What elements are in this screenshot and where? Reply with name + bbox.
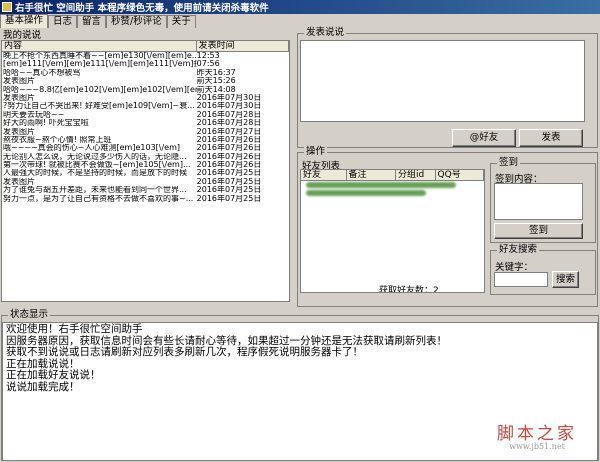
column-header-qq[interactable]: QQ号 — [435, 170, 484, 181]
post-time-cell: 2016年07月28日 — [196, 110, 262, 119]
app-icon — [2, 2, 12, 12]
tab-logs[interactable]: 日志 — [48, 15, 78, 28]
publish-button[interactable]: 发表 — [519, 129, 583, 147]
table-row[interactable]: 明天要去玩哈~~ 2016年07月28日 — [2, 111, 289, 119]
post-time-cell: 昨天16:37 — [196, 68, 236, 77]
column-header-time[interactable]: 发表时间 — [196, 41, 289, 52]
compose-title: 发表说说 — [304, 27, 347, 39]
table-row[interactable]: 晚上不抢个东西真睡不着~~[em]e130[\/em][em]e... 12:53 — [2, 52, 289, 60]
post-content-cell: ?努力让自己不哭出来! 好难受[em]e109[\/em]~衰... — [3, 102, 195, 111]
post-time-cell: 12:53 — [196, 52, 220, 60]
column-header-remark[interactable]: 备注 — [346, 170, 396, 181]
table-row[interactable]: 哈哈~~~8.8亿[em]e102[\/em][em]e102[\/em][em… — [2, 86, 289, 94]
post-time-cell: 前天15:26 — [196, 77, 236, 86]
tab-instant-like-comment[interactable]: 秒赞/秒评论 — [106, 15, 167, 28]
post-time-cell: 2016年07月25日 — [196, 169, 262, 178]
post-content-cell: 努力一点，是为了让自己有资格不去做不喜欢的事~... — [3, 194, 194, 203]
log-line: 欢迎使用！右手很忙空间助手 — [6, 323, 143, 335]
tab-about[interactable]: 关于 — [166, 15, 196, 28]
sign-content-input[interactable] — [494, 183, 583, 220]
friend-count-status: 获取好友数：2 — [379, 286, 439, 293]
post-time-cell: 2016年07月26日 — [196, 161, 262, 170]
table-row[interactable]: 好大的雨啊! 吓死宝宝啦 2016年07月28日 — [2, 119, 289, 127]
tab-basic-operations[interactable]: 基本操作 — [0, 14, 49, 28]
status-display-title: 状态显示 — [8, 309, 51, 321]
table-row[interactable]: 人最强大的时候，不是坚持的时候，而是放下的时候 2016年07月25日 — [2, 169, 289, 177]
post-content-cell: 发表图片 — [3, 93, 35, 102]
tab-bar: 基本操作 日志 留言 秒赞/秒评论 关于 — [0, 14, 196, 28]
compose-textarea[interactable] — [300, 40, 585, 122]
title-bar: 右手很忙 空间助手 本程序绿色无毒，使用前请关闭杀毒软件 — [0, 0, 600, 14]
post-time-cell: 2016年07月27日 — [196, 127, 262, 136]
table-row[interactable]: 发表图片 2016年07月27日 — [2, 128, 289, 136]
table-row[interactable]: 哈哈~~真心不想被骂 昨天16:37 — [2, 69, 289, 77]
post-content-cell: 发表图片 — [3, 177, 35, 186]
table-row[interactable]: 第一次带球! 就被比赛不会做饭~[em]e105[\/em]... 2016年07… — [2, 161, 289, 169]
my-posts-list[interactable]: 内容 发表时间 晚上不抢个东西真睡不着~~[em]e130[\/em][em]e… — [1, 40, 290, 302]
table-row[interactable]: 为了谁兔与胡五开差距，未来也能看到同一个世界... 2016年07月25日 — [2, 186, 289, 194]
search-button[interactable]: 搜索 — [552, 271, 579, 288]
post-time-cell: 2016年07月25日 — [196, 177, 262, 186]
post-content-cell: 哈哈~~~8.8亿[em]e102[\/em][em]e102[\/em][em… — [3, 85, 197, 94]
tab-messages[interactable]: 留言 — [77, 15, 107, 28]
post-content-cell: 无论别人怎么说，无论说过多少伤人的话，无论隐... — [3, 152, 187, 161]
table-row[interactable]: [em]e111[\/em][em]e111[\/em][em]e111[\/e… — [2, 60, 289, 68]
post-content-cell: 晚上不抢个东西真睡不着~~[em]e130[\/em][em]e... — [3, 52, 197, 60]
window-title: 右手很忙 空间助手 本程序绿色无毒，使用前请关闭杀毒软件 — [15, 3, 269, 14]
keyword-input[interactable] — [494, 272, 548, 287]
table-row[interactable]: 发表图片 2016年07月25日 — [2, 178, 289, 186]
post-time-cell: 2016年07月28日 — [196, 119, 262, 128]
table-row[interactable]: 哦~~~~真会的伤心~人心难测[em]e103[\/em] 2016年07月26日 — [2, 144, 289, 152]
friend-search-title: 好友搜索 — [497, 244, 540, 256]
column-header-content[interactable]: 内容 — [2, 41, 197, 52]
log-line: 获取不到说说或日志请刷新对应列表多刷新几次，程序假死说明服务器卡了！ — [6, 346, 363, 358]
watermark: 脚本之家 www.jb51.net — [497, 424, 577, 452]
post-content-cell: 熬夜衣服~熬个心情! 照常上班 — [3, 135, 112, 144]
at-friend-button[interactable]: @好友 — [452, 129, 516, 147]
post-content-cell: 第一次带球! 就被比赛不会做饭~[em]e105[\/em]... — [3, 161, 191, 170]
log-line: 正在加载好友说说！ — [6, 369, 101, 381]
friend-list-header: 好友 备注 分组id QQ号 — [301, 170, 484, 181]
post-content-cell: 为了谁兔与胡五开差距，未来也能看到同一个世界... — [3, 186, 187, 195]
post-content-cell: 哈哈~~真心不想被骂 — [3, 68, 81, 77]
post-time-cell: 07:56 — [196, 60, 220, 69]
post-content-cell: [em]e111[\/em][em]e111[\/em][em]e111[\/e… — [3, 60, 197, 69]
post-time-cell: 2016年07月30日 — [196, 93, 262, 102]
my-posts-body: 晚上不抢个东西真睡不着~~[em]e130[\/em][em]e... 12:53… — [2, 52, 289, 203]
table-row[interactable]: 无论别人怎么说，无论说过多少伤人的话，无论隐... 2016年07月26日 — [2, 153, 289, 161]
sign-button[interactable]: 签到 — [494, 223, 583, 239]
status-log[interactable]: 欢迎使用！右手很忙空间助手 因服务器原因，获取信息时间会有些长请耐心等待，如果超… — [2, 322, 598, 461]
operations-title: 操作 — [304, 146, 328, 158]
post-content-cell: 好大的雨啊! 吓死宝宝啦 — [3, 119, 89, 128]
table-row[interactable]: 发表图片 前天15:26 — [2, 77, 289, 85]
post-content-cell: 明天要去玩哈~~ — [3, 110, 65, 119]
friend-row-redacted[interactable] — [301, 182, 484, 189]
column-header-friend[interactable]: 好友 — [301, 170, 347, 181]
post-time-cell: 2016年07月26日 — [196, 144, 262, 153]
post-time-cell: 2016年07月25日 — [196, 194, 262, 203]
table-row[interactable]: ?努力让自己不哭出来! 好难受[em]e109[\/em]~衰... 2016年0… — [2, 102, 289, 110]
column-header-group-id[interactable]: 分组id — [395, 170, 436, 181]
post-content-cell: 人最强大的时候，不是坚持的时候，而是放下的时候 — [3, 169, 187, 178]
friend-list[interactable]: 好友 备注 分组id QQ号 获取好友数：2 — [300, 169, 485, 293]
post-time-cell: 2016年07月26日 — [196, 152, 262, 161]
table-row[interactable]: 熬夜衣服~熬个心情! 照常上班 2016年07月26日 — [2, 136, 289, 144]
post-content-cell: 哦~~~~真会的伤心~人心难测[em]e103[\/em] — [3, 144, 181, 153]
watermark-brand: 脚本之家 — [497, 424, 577, 444]
post-time-cell: 2016年07月25日 — [196, 186, 262, 195]
post-time-cell: 2016年07月30日 — [196, 102, 262, 111]
table-row[interactable]: 努力一点，是为了让自己有资格不去做不喜欢的事~... 2016年07月25日 — [2, 195, 289, 203]
my-posts-header: 内容 发表时间 — [2, 41, 289, 52]
table-row[interactable]: 发表图片 2016年07月30日 — [2, 94, 289, 102]
post-content-cell: 发表图片 — [3, 77, 35, 86]
friend-row-redacted[interactable] — [301, 190, 484, 197]
post-content-cell: 发表图片 — [3, 127, 35, 136]
post-time-cell: 前天14:08 — [196, 85, 236, 94]
keyword-label: 关键字： — [495, 262, 534, 273]
post-time-cell: 2016年07月26日 — [196, 135, 262, 144]
sign-title: 签到 — [497, 157, 521, 169]
log-line: 说说加载完成！ — [6, 380, 80, 393]
